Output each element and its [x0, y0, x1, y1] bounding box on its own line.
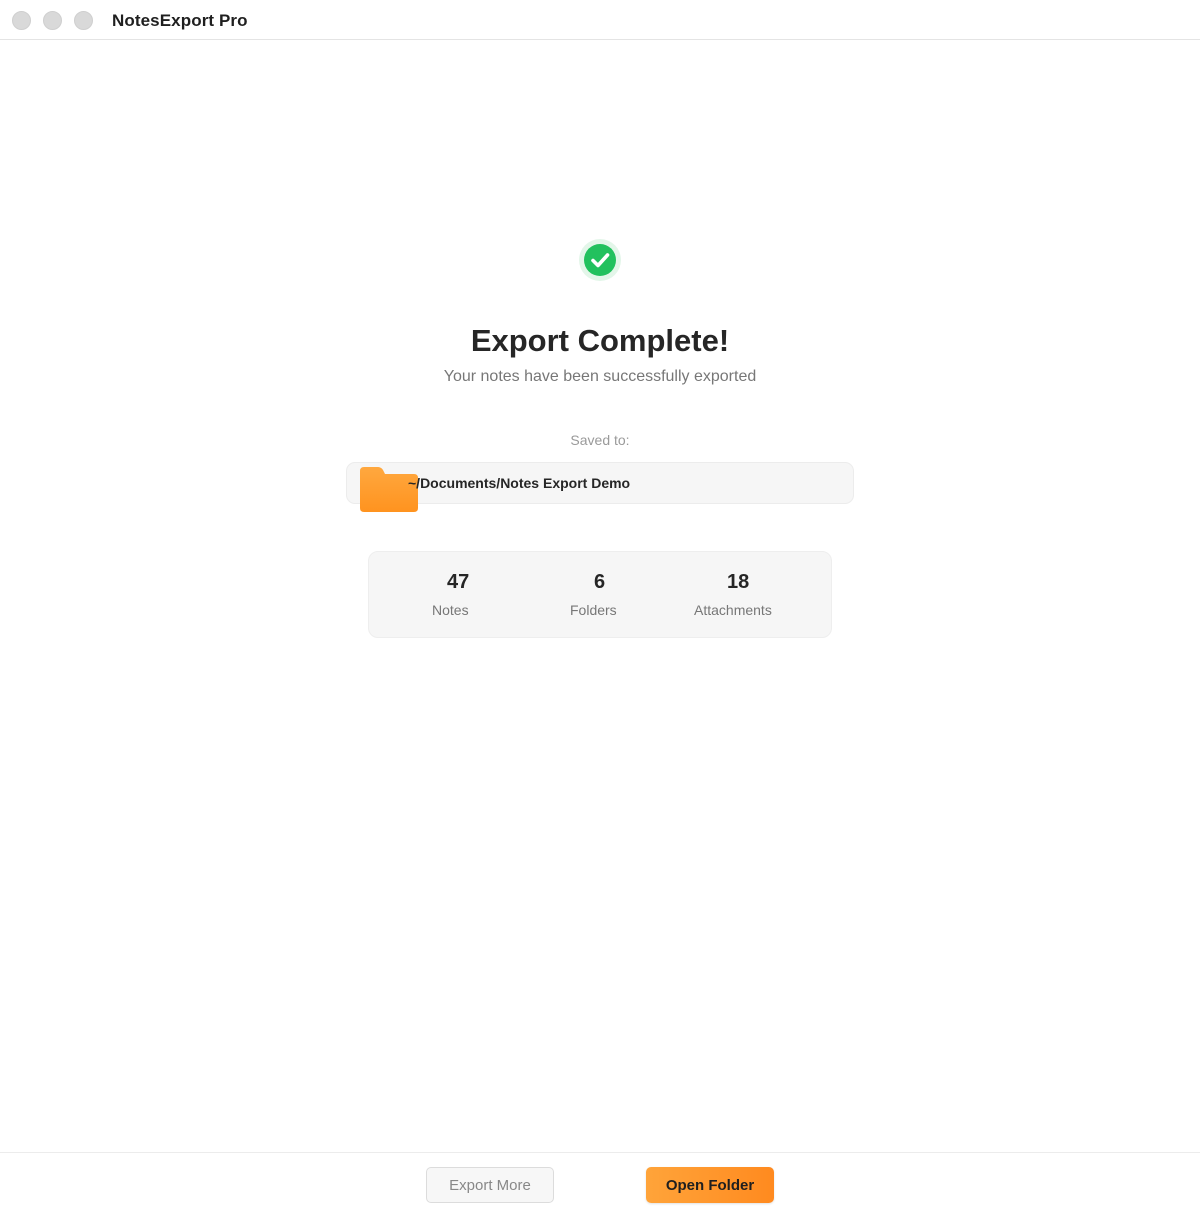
stat-value: 18	[727, 571, 750, 593]
check-circle-icon	[584, 244, 616, 276]
stat-value: 47	[447, 571, 470, 593]
page-title: Export Complete!	[470, 323, 730, 358]
stat-notes: 47 Notes	[369, 552, 549, 639]
export-stats-card: 47 Notes 6 Folders 18 Attachments	[368, 551, 832, 638]
minimize-window-button[interactable]	[43, 11, 62, 30]
title-bar: NotesExport Pro	[0, 0, 1200, 40]
open-folder-button[interactable]: Open Folder	[646, 1167, 774, 1203]
zoom-window-button[interactable]	[74, 11, 93, 30]
page-subtitle: Your notes have been successfully export…	[443, 368, 757, 385]
footer-bar: Export More Open Folder	[0, 1152, 1200, 1213]
stat-folders: 6 Folders	[549, 552, 669, 639]
saved-to-label: Saved to:	[570, 432, 630, 448]
app-title: NotesExport Pro	[112, 11, 248, 30]
export-more-button[interactable]: Export More	[426, 1167, 554, 1203]
close-window-button[interactable]	[12, 11, 31, 30]
success-badge	[579, 239, 621, 281]
export-path: ~/Documents/Notes Export Demo	[408, 475, 631, 491]
stat-label: Attachments	[694, 602, 772, 618]
app-window: NotesExport Pro Export Complete! Your no…	[0, 0, 1200, 1213]
stat-label: Notes	[432, 602, 469, 618]
export-path-field: ~/Documents/Notes Export Demo	[346, 462, 854, 512]
stat-label: Folders	[570, 602, 617, 618]
stat-attachments: 18 Attachments	[669, 552, 833, 639]
stat-value: 6	[594, 571, 606, 593]
